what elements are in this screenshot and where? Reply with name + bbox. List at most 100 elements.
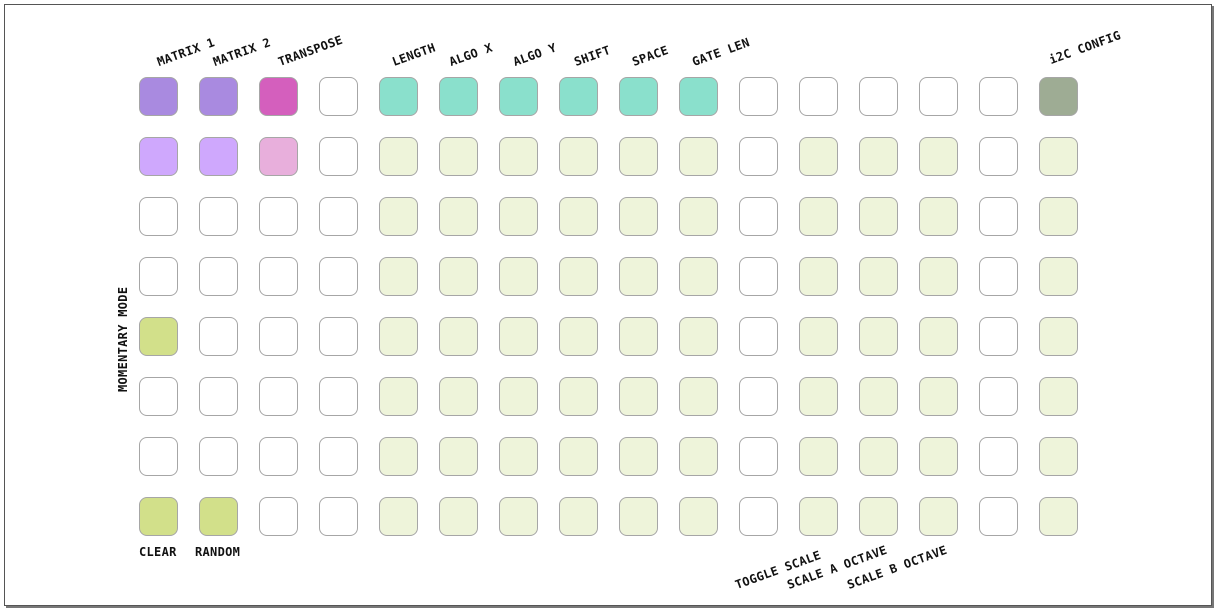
grid-pad[interactable]	[799, 137, 838, 176]
grid-pad[interactable]	[979, 497, 1018, 536]
grid-pad[interactable]	[679, 137, 718, 176]
grid-pad[interactable]	[319, 377, 358, 416]
grid-pad[interactable]	[859, 437, 898, 476]
grid-pad[interactable]	[259, 197, 298, 236]
grid-pad[interactable]	[499, 257, 538, 296]
grid-pad[interactable]	[499, 497, 538, 536]
grid-pad[interactable]	[1039, 137, 1078, 176]
grid-pad[interactable]	[499, 317, 538, 356]
grid-pad[interactable]	[379, 257, 418, 296]
grid-pad[interactable]	[439, 437, 478, 476]
grid-pad[interactable]	[859, 497, 898, 536]
grid-pad[interactable]	[499, 77, 538, 116]
grid-pad[interactable]	[559, 137, 598, 176]
grid-pad[interactable]	[199, 317, 238, 356]
grid-pad[interactable]	[319, 257, 358, 296]
grid-pad[interactable]	[559, 317, 598, 356]
grid-pad[interactable]	[259, 497, 298, 536]
grid-pad[interactable]	[619, 77, 658, 116]
grid-pad[interactable]	[259, 377, 298, 416]
grid-pad[interactable]	[499, 137, 538, 176]
grid-pad[interactable]	[679, 497, 718, 536]
grid-pad[interactable]	[1039, 77, 1078, 116]
grid-pad[interactable]	[199, 437, 238, 476]
grid-pad[interactable]	[799, 377, 838, 416]
grid-pad[interactable]	[559, 257, 598, 296]
grid-pad[interactable]	[439, 137, 478, 176]
grid-pad[interactable]	[1039, 377, 1078, 416]
grid-pad[interactable]	[139, 257, 178, 296]
grid-pad[interactable]	[379, 77, 418, 116]
grid-pad[interactable]	[319, 317, 358, 356]
grid-pad[interactable]	[919, 437, 958, 476]
grid-pad[interactable]	[679, 437, 718, 476]
grid-pad[interactable]	[259, 317, 298, 356]
grid-pad[interactable]	[439, 257, 478, 296]
grid-pad[interactable]	[199, 257, 238, 296]
grid-pad[interactable]	[379, 317, 418, 356]
grid-pad[interactable]	[619, 377, 658, 416]
grid-pad[interactable]	[139, 197, 178, 236]
grid-pad[interactable]	[439, 497, 478, 536]
grid-pad[interactable]	[679, 317, 718, 356]
grid-pad[interactable]	[559, 437, 598, 476]
grid-pad[interactable]	[1039, 257, 1078, 296]
grid-pad[interactable]	[799, 197, 838, 236]
grid-pad[interactable]	[739, 137, 778, 176]
grid-pad[interactable]	[1039, 437, 1078, 476]
grid-pad[interactable]	[319, 197, 358, 236]
grid-pad[interactable]	[739, 437, 778, 476]
grid-pad[interactable]	[679, 257, 718, 296]
grid-pad[interactable]	[259, 437, 298, 476]
grid-pad[interactable]	[439, 77, 478, 116]
grid-pad[interactable]	[619, 437, 658, 476]
grid-pad[interactable]	[859, 257, 898, 296]
grid-pad[interactable]	[859, 377, 898, 416]
grid-pad[interactable]	[619, 257, 658, 296]
grid-pad[interactable]	[919, 77, 958, 116]
grid-pad[interactable]	[919, 377, 958, 416]
grid-pad[interactable]	[379, 197, 418, 236]
grid-pad[interactable]	[619, 497, 658, 536]
grid-pad[interactable]	[199, 77, 238, 116]
grid-pad[interactable]	[979, 77, 1018, 116]
grid-pad[interactable]	[799, 77, 838, 116]
grid-pad[interactable]	[379, 137, 418, 176]
grid-pad[interactable]	[859, 77, 898, 116]
grid-pad[interactable]	[799, 437, 838, 476]
grid-pad[interactable]	[619, 137, 658, 176]
grid-pad[interactable]	[439, 197, 478, 236]
grid-pad[interactable]	[979, 317, 1018, 356]
grid-pad[interactable]	[739, 497, 778, 536]
grid-pad[interactable]	[679, 377, 718, 416]
grid-pad[interactable]	[379, 377, 418, 416]
grid-pad[interactable]	[319, 437, 358, 476]
grid-pad[interactable]	[259, 77, 298, 116]
grid-pad[interactable]	[799, 257, 838, 296]
grid-pad[interactable]	[559, 497, 598, 536]
grid-pad[interactable]	[1039, 197, 1078, 236]
grid-pad[interactable]	[799, 497, 838, 536]
grid-pad[interactable]	[739, 77, 778, 116]
grid-pad[interactable]	[919, 257, 958, 296]
grid-pad[interactable]	[139, 377, 178, 416]
grid-pad[interactable]	[199, 197, 238, 236]
grid-pad[interactable]	[139, 497, 178, 536]
grid-pad[interactable]	[559, 377, 598, 416]
grid-pad[interactable]	[499, 437, 538, 476]
grid-pad[interactable]	[1039, 317, 1078, 356]
grid-pad[interactable]	[379, 437, 418, 476]
grid-pad[interactable]	[739, 377, 778, 416]
grid-pad[interactable]	[619, 197, 658, 236]
grid-pad[interactable]	[559, 197, 598, 236]
grid-pad[interactable]	[439, 377, 478, 416]
grid-pad[interactable]	[139, 317, 178, 356]
grid-pad[interactable]	[799, 317, 838, 356]
grid-pad[interactable]	[859, 317, 898, 356]
grid-pad[interactable]	[919, 497, 958, 536]
grid-pad[interactable]	[499, 377, 538, 416]
grid-pad[interactable]	[679, 197, 718, 236]
grid-pad[interactable]	[139, 437, 178, 476]
grid-pad[interactable]	[319, 137, 358, 176]
grid-pad[interactable]	[739, 257, 778, 296]
